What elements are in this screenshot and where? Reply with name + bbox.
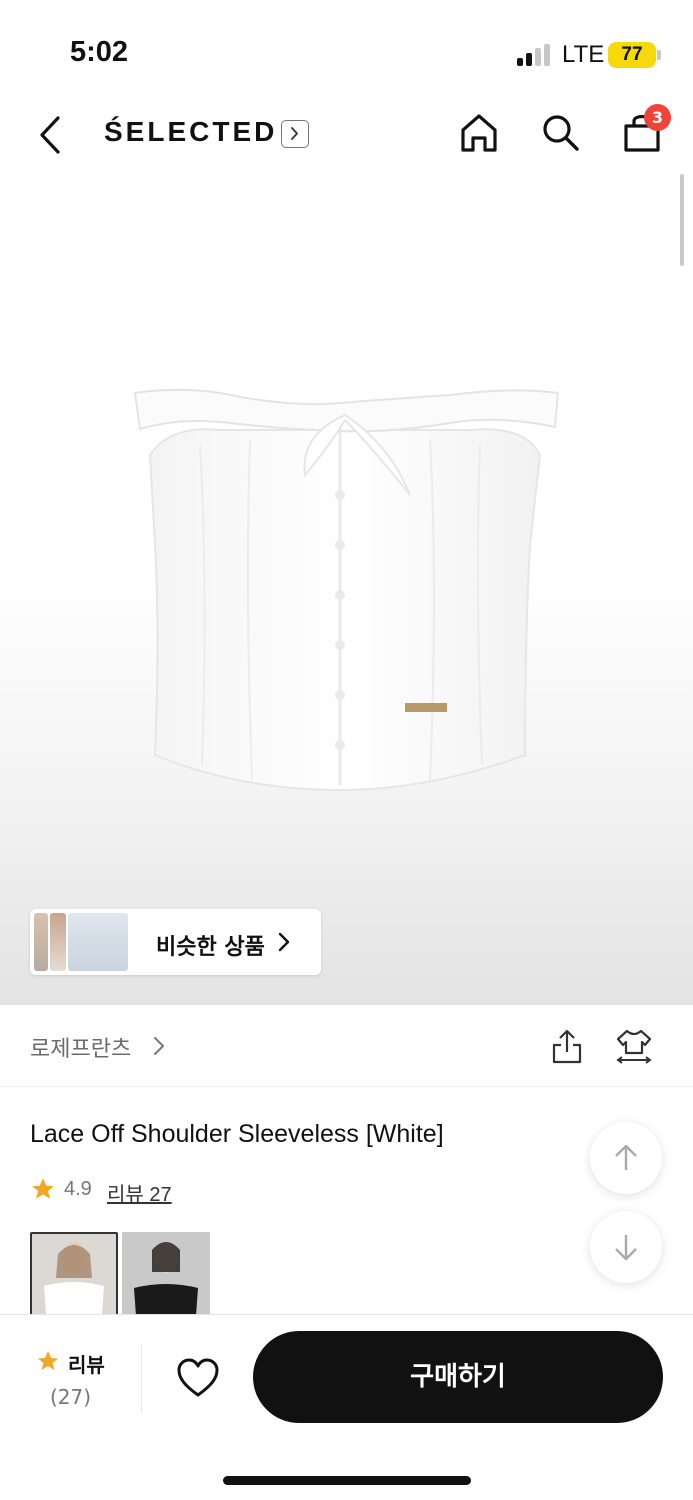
color-option-white[interactable] bbox=[30, 1232, 118, 1316]
shop-row: 로제프란츠 bbox=[0, 1005, 693, 1087]
chevron-right-icon bbox=[154, 1037, 164, 1055]
color-option-black[interactable] bbox=[122, 1232, 210, 1316]
rating-value: 4.9 bbox=[64, 1178, 92, 1200]
star-icon bbox=[38, 1351, 58, 1370]
review-link[interactable]: 리뷰 27 bbox=[107, 1178, 172, 1207]
product-title: Lace Off Shoulder Sleeveless [White] bbox=[30, 1120, 444, 1148]
arrow-up-icon bbox=[615, 1144, 637, 1170]
brand-link-button[interactable] bbox=[281, 120, 309, 148]
shop-name-link[interactable]: 로제프란츠 bbox=[30, 1031, 164, 1063]
scrollbar-thumb bbox=[680, 174, 684, 266]
garment-size-icon bbox=[616, 1029, 652, 1064]
home-icon bbox=[461, 114, 497, 152]
scroll-to-top-button[interactable] bbox=[590, 1122, 662, 1194]
divider bbox=[141, 1343, 142, 1413]
arrow-down-icon bbox=[615, 1235, 637, 1261]
home-button[interactable] bbox=[458, 112, 500, 154]
bottom-review-count: (27) bbox=[50, 1385, 92, 1409]
top-nav: ŚELECTED bbox=[0, 100, 693, 170]
brand-logo[interactable]: ŚELECTED bbox=[104, 116, 277, 148]
chevron-left-icon bbox=[40, 116, 60, 154]
similar-thumbnail bbox=[34, 913, 48, 971]
color-thumbnail-black bbox=[122, 1232, 210, 1316]
status-bar: 5:02 LTE 77 bbox=[0, 0, 693, 100]
back-button[interactable] bbox=[34, 112, 68, 158]
size-compare-button[interactable] bbox=[614, 1027, 654, 1065]
bottom-review-label: 리뷰 bbox=[68, 1353, 105, 1377]
product-image-gallery[interactable]: 비슷한 상품 bbox=[0, 170, 693, 1005]
status-time: 5:02 bbox=[70, 36, 129, 68]
home-indicator bbox=[223, 1476, 471, 1485]
search-button[interactable] bbox=[540, 112, 580, 152]
network-type: LTE bbox=[562, 41, 605, 68]
similar-thumbnail bbox=[68, 913, 128, 971]
scroll-to-bottom-button[interactable] bbox=[590, 1211, 662, 1283]
buy-button[interactable]: 구매하기 bbox=[253, 1331, 663, 1423]
star-icon bbox=[32, 1178, 54, 1199]
product-photo-white-top bbox=[133, 388, 560, 792]
similar-products-button[interactable]: 비슷한 상품 bbox=[30, 909, 321, 975]
battery-indicator: 77 bbox=[608, 42, 656, 68]
shop-name: 로제프란츠 bbox=[30, 1037, 132, 1062]
chevron-right-icon bbox=[291, 127, 298, 140]
chevron-right-icon bbox=[278, 932, 290, 952]
search-icon bbox=[543, 115, 579, 151]
signal-icon bbox=[517, 44, 551, 66]
bottom-action-bar: 리뷰 (27) 구매하기 bbox=[0, 1314, 693, 1500]
wishlist-button[interactable] bbox=[176, 1357, 220, 1399]
cart-count-badge: 3 bbox=[644, 104, 671, 131]
similar-products-label: 비슷한 상품 bbox=[156, 935, 265, 960]
battery-tip bbox=[657, 50, 661, 60]
share-button[interactable] bbox=[550, 1027, 584, 1065]
heart-icon bbox=[177, 1358, 219, 1397]
share-icon bbox=[552, 1029, 582, 1064]
color-thumbnail-white bbox=[32, 1234, 116, 1314]
similar-thumbnail bbox=[50, 913, 66, 971]
